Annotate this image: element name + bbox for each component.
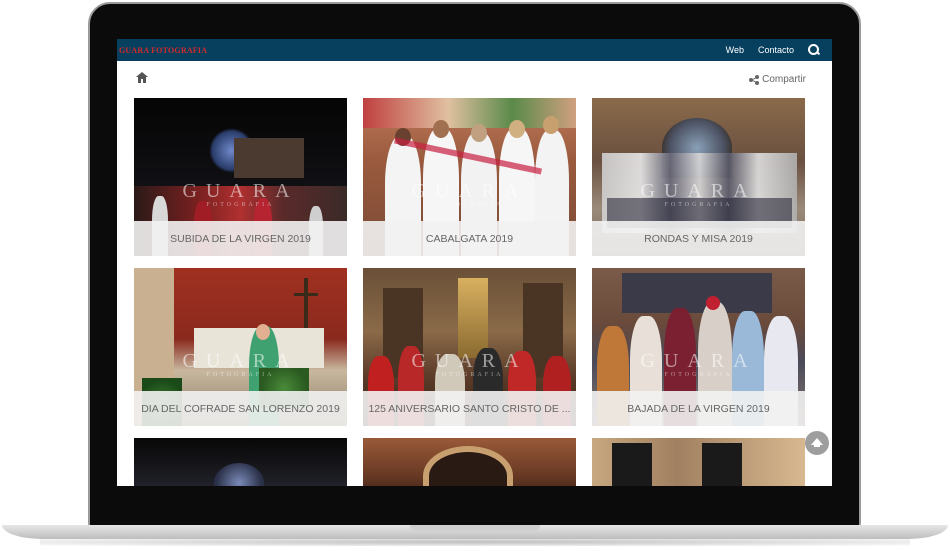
watermark: GUARA [411,180,528,202]
watermark-sub: FOTOGRAFIA [664,372,733,378]
laptop-shadow [40,538,910,546]
album-card[interactable]: GUARA FOTOGRAFIA CABALGATA 2019 [363,98,576,256]
album-card[interactable]: GUARA FOTOGRAFIA SUBIDA DE LA VIRGEN 201… [134,98,347,256]
watermark: GUARA [182,350,299,372]
album-photo [592,438,805,486]
brand-logo[interactable]: GUARA FOTOGRAFIA [119,46,207,55]
album-grid: GUARA FOTOGRAFIA SUBIDA DE LA VIRGEN 201… [134,98,806,486]
watermark: GUARA [640,350,757,372]
screen: GUARA FOTOGRAFIA Web Contacto Compartir [117,39,832,486]
album-title: DIA DEL COFRADE SAN LORENZO 2019 [134,391,347,426]
watermark-sub: FOTOGRAFIA [664,202,733,208]
album-card[interactable]: GUARA FOTOGRAFIA RONDAS Y MISA 2019 [592,98,805,256]
album-card[interactable] [592,438,805,486]
watermark-sub: FOTOGRAFIA [206,202,275,208]
share-button[interactable]: Compartir [749,74,806,85]
laptop-notch [410,525,540,531]
watermark: GUARA [411,350,528,372]
album-title: BAJADA DE LA VIRGEN 2019 [592,391,805,426]
share-icon [749,74,760,85]
album-card[interactable]: GUARA FOTOGRAFIA BAJADA DE LA VIRGEN 201… [592,268,805,426]
watermark-sub: FOTOGRAFIA [435,202,504,208]
nav-menu: Web Contacto [726,44,820,56]
album-title: SUBIDA DE LA VIRGEN 2019 [134,221,347,256]
album-title: CABALGATA 2019 [363,221,576,256]
watermark-sub: FOTOGRAFIA [206,372,275,378]
watermark: GUARA [640,180,757,202]
watermark-sub: FOTOGRAFIA [435,372,504,378]
album-photo [363,438,576,486]
album-card[interactable] [363,438,576,486]
scroll-to-top-button[interactable] [805,431,829,455]
album-card[interactable] [134,438,347,486]
search-icon[interactable] [808,44,820,56]
breadcrumb-bar: Compartir [117,61,832,97]
nav-link-web[interactable]: Web [726,45,744,55]
share-label: Compartir [762,74,806,85]
top-navbar: GUARA FOTOGRAFIA Web Contacto [117,39,832,61]
laptop-frame: GUARA FOTOGRAFIA Web Contacto Compartir [0,0,950,551]
album-photo [134,438,347,486]
album-title: 125 ANIVERSARIO SANTO CRISTO DE ... [363,391,576,426]
watermark: GUARA [182,180,299,202]
home-icon[interactable] [136,72,148,83]
nav-link-contacto[interactable]: Contacto [758,45,794,55]
album-card[interactable]: GUARA FOTOGRAFIA 125 ANIVERSARIO SANTO C… [363,268,576,426]
album-card[interactable]: GUARA FOTOGRAFIA DIA DEL COFRADE SAN LOR… [134,268,347,426]
album-title: RONDAS Y MISA 2019 [592,221,805,256]
